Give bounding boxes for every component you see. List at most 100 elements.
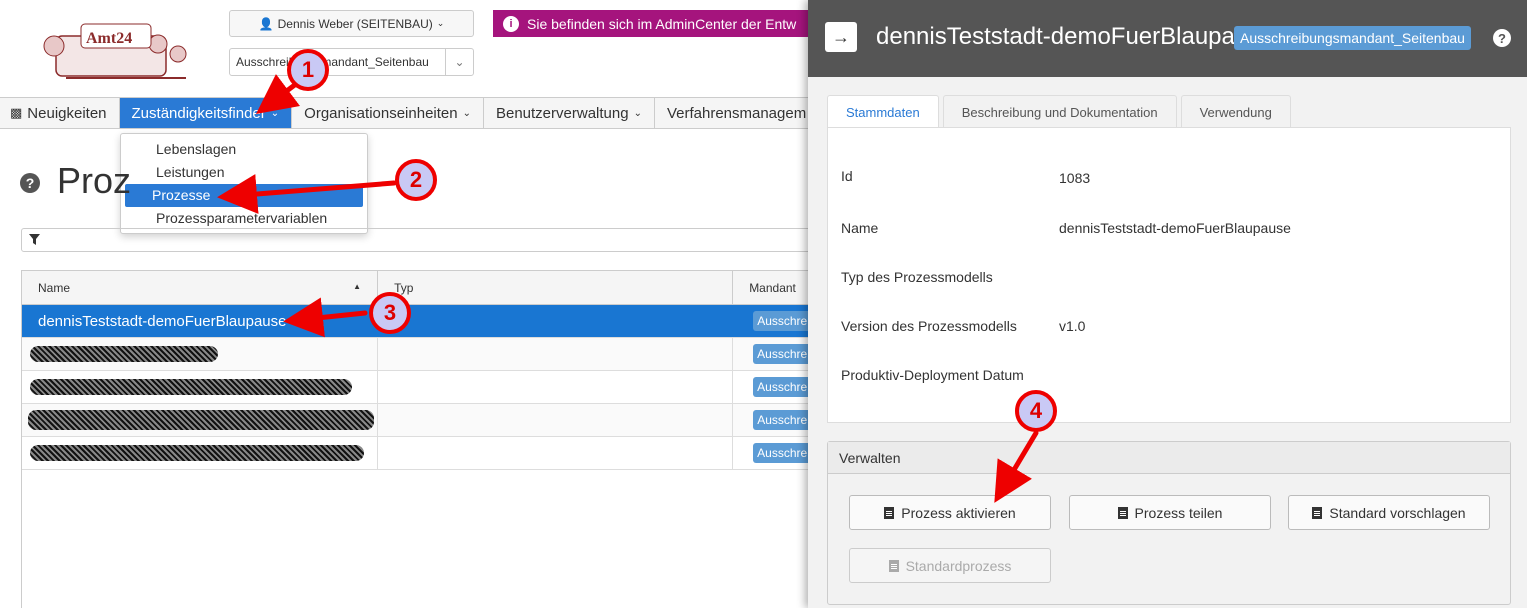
field-value: 1083: [1059, 170, 1091, 186]
tab-verwendung[interactable]: Verwendung: [1180, 95, 1291, 128]
nav-item-benutzerverwaltung[interactable]: Benutzerverwaltung ⌄: [484, 98, 655, 128]
close-panel-button[interactable]: →: [825, 22, 857, 52]
mandant-tag: Ausschre: [753, 443, 812, 463]
field-label: Name: [841, 220, 879, 236]
tab-stammdaten[interactable]: Stammdaten: [827, 95, 939, 129]
tab-beschreibung[interactable]: Beschreibung und Dokumentation: [942, 95, 1177, 128]
document-icon: [1312, 506, 1323, 519]
table-row[interactable]: Ausschre: [22, 371, 820, 404]
redacted-text: [30, 379, 352, 395]
column-header-name[interactable]: Name ▲: [22, 271, 379, 304]
nav-item-organisationseinheiten[interactable]: Organisationseinheiten ⌄: [292, 98, 484, 128]
verwalten-title: Verwalten: [828, 442, 1510, 474]
column-header-label: Mandant: [749, 280, 796, 295]
redacted-text: [30, 346, 218, 362]
row-typ: [378, 371, 734, 403]
page-title: Proz: [57, 160, 132, 201]
chevron-down-icon: ⌄: [436, 18, 445, 28]
field-label: Typ des Prozessmodells: [841, 269, 993, 285]
info-icon: i: [503, 15, 519, 32]
dropdown-item-lebenslagen[interactable]: Lebenslagen: [125, 138, 363, 161]
user-icon: 👤: [258, 16, 274, 31]
callout-2: 2: [395, 159, 437, 201]
nav-item-neuigkeiten[interactable]: ▩ Neuigkeiten: [0, 98, 120, 128]
nav-item-label: Zuständigkeitsfinder: [131, 104, 266, 122]
callout-3: 3: [369, 292, 411, 334]
amt24-logo[interactable]: Amt24: [36, 16, 196, 82]
row-typ: [378, 437, 734, 469]
table-row[interactable]: dennisTeststadt-demoFuerBlaupause Aussch…: [22, 305, 820, 338]
nav-item-verfahrensmanagement[interactable]: Verfahrensmanagem: [655, 98, 818, 128]
stammdaten-form: Id 1083 Name dennisTeststadt-demoFuerBla…: [827, 127, 1511, 423]
redacted-text: [30, 445, 364, 461]
table-row[interactable]: Ausschre: [22, 404, 820, 437]
row-typ: [378, 338, 734, 370]
button-label: Standardprozess: [905, 557, 1012, 574]
dropdown-item-prozesse[interactable]: Prozesse: [125, 184, 363, 207]
row-mandant: Ausschre: [733, 404, 820, 436]
field-label: Produktiv-Deployment Datum: [841, 367, 1024, 383]
field-value: dennisTeststadt-demoFuerBlaupause: [1059, 220, 1291, 236]
nav-item-zustaendigkeitsfinder[interactable]: Zuständigkeitsfinder ⌄: [119, 98, 293, 128]
mandant-select-value: Ausschreibungsmandant_Seitenbau: [236, 55, 429, 69]
standardprozess-button[interactable]: Standardprozess: [849, 548, 1051, 583]
field-value: v1.0: [1059, 318, 1086, 334]
help-icon[interactable]: ?: [20, 173, 40, 193]
filter-icon: [29, 234, 40, 245]
user-menu-button[interactable]: 👤 Dennis Weber (SEITENBAU) ⌄: [229, 10, 474, 37]
document-icon: [1117, 506, 1128, 519]
row-mandant: Ausschre: [733, 437, 820, 469]
prozess-teilen-button[interactable]: Prozess teilen: [1069, 495, 1271, 530]
column-header-mandant[interactable]: Mandant: [733, 271, 820, 304]
panel-header: → dennisTeststadt-demoFuerBlaupause Auss…: [808, 0, 1527, 77]
filter-input[interactable]: [21, 228, 821, 252]
panel-title: dennisTeststadt-demoFuerBlaupause: [876, 23, 1274, 50]
column-header-label: Name: [38, 280, 71, 295]
callout-4: 4: [1015, 390, 1057, 432]
panel-tabs: Stammdaten Beschreibung und Dokumentatio…: [827, 95, 1291, 129]
row-name-redacted: [22, 371, 379, 403]
redacted-text: [28, 410, 374, 430]
row-mandant: Ausschre: [733, 371, 820, 403]
row-name: dennisTeststadt-demoFuerBlaupause: [22, 305, 379, 337]
prozesse-grid: Name ▲ Typ Mandant dennisTeststadt-demoF…: [21, 270, 821, 608]
admincenter-banner: i Sie befinden sich im AdminCenter der E…: [493, 10, 823, 37]
chevron-down-icon: ⌄: [462, 107, 471, 119]
sort-ascending-icon: ▲: [353, 282, 362, 291]
banner-text: Sie befinden sich im AdminCenter der Ent…: [527, 15, 797, 32]
chevron-down-icon: ⌄: [270, 107, 280, 119]
nav-item-label: Benutzerverwaltung: [495, 104, 629, 122]
row-name-redacted: [22, 338, 379, 370]
mandant-tag: Ausschre: [753, 410, 812, 430]
row-typ: [378, 404, 734, 436]
nav-item-label: Neuigkeiten: [27, 104, 107, 122]
button-label: Prozess teilen: [1134, 504, 1223, 521]
field-label: Version des Prozessmodells: [841, 318, 1017, 334]
mandant-tag: Ausschre: [753, 377, 812, 397]
help-icon[interactable]: ?: [1493, 29, 1511, 47]
prozess-detail-panel: → dennisTeststadt-demoFuerBlaupause Auss…: [808, 0, 1527, 608]
chevron-down-icon: ⌄: [633, 107, 642, 119]
arrow-right-icon: →: [832, 26, 850, 47]
dropdown-item-prozessparametervariablen[interactable]: Prozessparametervariablen: [125, 207, 363, 230]
prozess-aktivieren-button[interactable]: Prozess aktivieren: [849, 495, 1051, 530]
user-name: Dennis Weber (SEITENBAU): [277, 16, 433, 31]
panel-mandant-badge: Ausschreibungsmandant_Seitenbau: [1234, 26, 1471, 50]
row-typ: [378, 305, 734, 337]
callout-1: 1: [287, 49, 329, 91]
column-header-typ[interactable]: Typ: [378, 271, 734, 304]
standard-vorschlagen-button[interactable]: Standard vorschlagen: [1288, 495, 1490, 530]
verwalten-section: Verwalten Prozess aktivieren Prozess tei…: [827, 441, 1511, 605]
row-name-redacted: [22, 437, 379, 469]
mandant-select[interactable]: Ausschreibungsmandant_Seitenbau ⌄: [229, 48, 474, 76]
grid-header: Name ▲ Typ Mandant: [22, 271, 820, 305]
main-navbar: ▩ Neuigkeiten Zuständigkeitsfinder ⌄ Org…: [0, 97, 830, 129]
zustaendigkeitsfinder-dropdown: Lebenslagen Leistungen Prozesse Prozessp…: [120, 133, 368, 234]
mandant-tag: Ausschre: [753, 344, 812, 364]
chevron-down-icon[interactable]: ⌄: [445, 49, 473, 75]
dropdown-item-leistungen[interactable]: Leistungen: [125, 161, 363, 184]
table-row[interactable]: Ausschre: [22, 437, 820, 470]
logo-text: Amt24: [86, 30, 132, 47]
table-row[interactable]: Ausschre: [22, 338, 820, 371]
news-icon: ▩: [10, 105, 23, 120]
